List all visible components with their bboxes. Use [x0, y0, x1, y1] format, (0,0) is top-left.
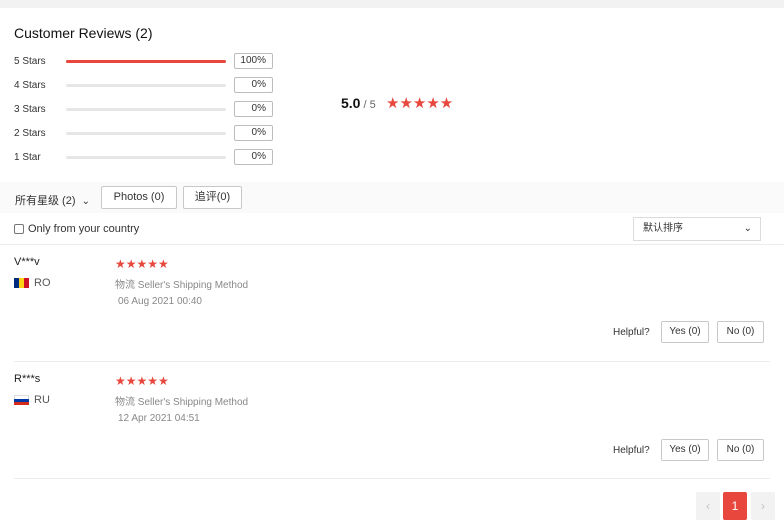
rating-row-5[interactable]: 5 Stars 100%: [14, 52, 284, 70]
reviews-title: Customer Reviews (2): [14, 25, 153, 41]
divider: [14, 361, 770, 362]
review-date: 06 Aug 2021 00:40: [118, 296, 202, 307]
rating-label: 2 Stars: [14, 127, 46, 139]
rating-bar-fill: [66, 59, 226, 63]
followup-filter-button[interactable]: 追评(0): [183, 186, 242, 209]
pagination-next-button[interactable]: ›: [751, 492, 775, 520]
all-ratings-label: 所有星级 (2): [15, 195, 76, 207]
review-stars-icon: ★★★★★: [115, 257, 169, 271]
rating-percent: 0%: [234, 77, 273, 93]
flag-ro-icon: [14, 278, 29, 288]
rating-percent: 0%: [234, 125, 273, 141]
flag-stripe: [14, 402, 29, 405]
pagination-current-page[interactable]: 1: [723, 492, 747, 520]
helpful-yes-button[interactable]: Yes (0): [661, 321, 709, 343]
chevron-down-icon: ⌄: [81, 196, 90, 207]
helpful-yes-button[interactable]: Yes (0): [661, 439, 709, 461]
average-score: 5.0: [341, 95, 361, 111]
helpful-label: Helpful?: [613, 327, 650, 338]
country-filter-checkbox[interactable]: Only from your country: [14, 223, 139, 235]
average-stars-icon: ★★★★★: [386, 95, 454, 112]
top-strip: [0, 0, 784, 8]
review-stars-icon: ★★★★★: [115, 374, 169, 388]
divider: [0, 244, 784, 245]
rating-percent: 100%: [234, 53, 273, 69]
reviewer-name: R***s: [14, 373, 41, 385]
shipping-method: 物流 Seller's Shipping Method: [115, 397, 249, 408]
rating-row-4[interactable]: 4 Stars 0%: [14, 76, 284, 94]
rating-row-3[interactable]: 3 Stars 0%: [14, 100, 284, 118]
rating-bar-track: [66, 155, 226, 159]
sort-value: 默认排序: [643, 223, 683, 234]
country-filter-label: Only from your country: [28, 223, 140, 235]
reviewer-name: V***v: [14, 256, 40, 268]
helpful-no-button[interactable]: No (0): [717, 439, 764, 461]
rating-label: 3 Stars: [14, 103, 46, 115]
helpful-no-button[interactable]: No (0): [717, 321, 764, 343]
rating-label: 1 Star: [14, 151, 41, 163]
rating-bar-track: [66, 83, 226, 87]
rating-label: 4 Stars: [14, 79, 46, 91]
shipping-method: 物流 Seller's Shipping Method: [115, 280, 249, 291]
rating-row-1[interactable]: 1 Star 0%: [14, 148, 284, 166]
sort-select[interactable]: 默认排序 ⌄: [633, 217, 761, 241]
rating-bar-track: [66, 131, 226, 135]
rating-bar-track: [66, 107, 226, 111]
rating-percent: 0%: [234, 149, 273, 165]
flag-stripe: [24, 278, 29, 288]
reviewer-country: RO: [34, 277, 51, 289]
pagination-prev-button[interactable]: ‹: [696, 492, 720, 520]
divider: [14, 478, 770, 479]
average-out-of: / 5: [363, 99, 376, 111]
reviewer-country: RU: [34, 394, 50, 406]
chevron-down-icon: ⌄: [743, 223, 752, 234]
photos-filter-button[interactable]: Photos (0): [101, 186, 177, 209]
rating-bar-track: [66, 59, 226, 63]
helpful-label: Helpful?: [613, 445, 650, 456]
average-rating: 5.0 / 5: [341, 95, 376, 111]
flag-ru-icon: [14, 395, 29, 405]
checkbox-icon[interactable]: [14, 224, 24, 234]
rating-percent: 0%: [234, 101, 273, 117]
rating-row-2[interactable]: 2 Stars 0%: [14, 124, 284, 142]
rating-label: 5 Stars: [14, 55, 46, 67]
all-ratings-dropdown[interactable]: 所有星级 (2) ⌄: [15, 192, 90, 208]
review-date: 12 Apr 2021 04:51: [118, 413, 200, 424]
